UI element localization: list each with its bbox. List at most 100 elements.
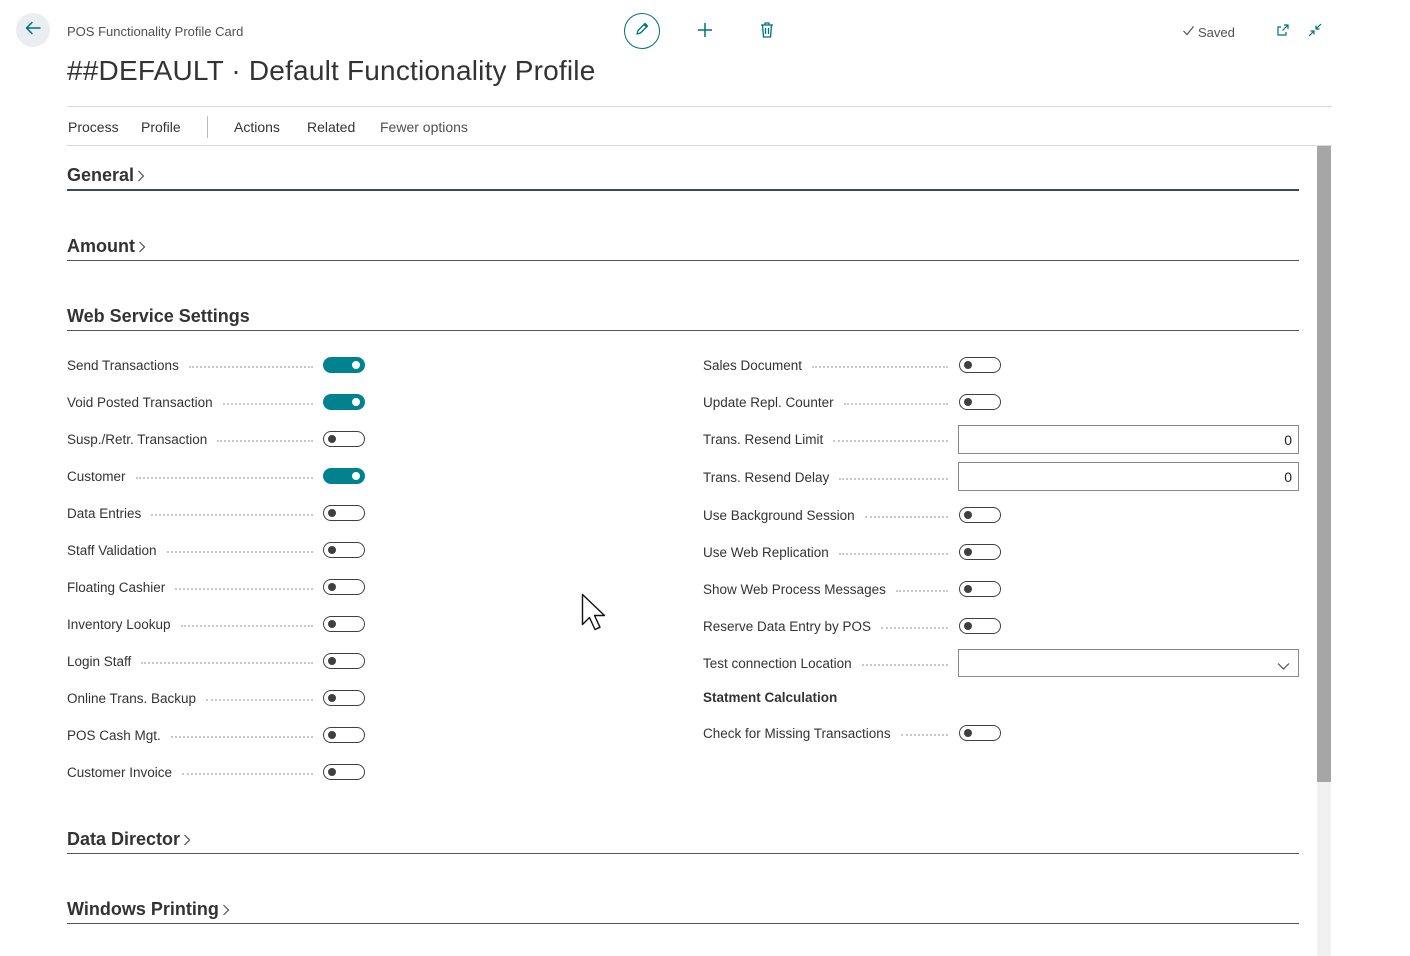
fewer-options-button[interactable]: Fewer options [380,119,468,135]
field-label: Sales Document [703,357,803,373]
toggle-use-web-replication[interactable] [959,544,1001,560]
toggle-online-trans-backup[interactable] [323,690,365,706]
dotted-leader [166,551,313,553]
plus-icon [696,21,714,44]
action-profile[interactable]: Profile [141,119,181,135]
action-related[interactable]: Related [307,119,355,135]
toggle-customer-invoice[interactable] [323,764,365,780]
action-actions[interactable]: Actions [234,119,280,135]
dotted-leader [895,590,948,592]
toggle-susp-retr-transaction[interactable] [323,431,365,447]
toggle-void-posted-transaction[interactable] [323,394,365,410]
toggle-customer[interactable] [323,468,365,484]
dotted-leader [843,403,948,405]
toggle-data-entries[interactable] [323,505,365,521]
open-new-window-button[interactable] [1271,20,1295,44]
pencil-icon [634,21,650,42]
field-label: Check for Missing Transactions [703,725,891,741]
field-label: Floating Cashier [67,579,166,595]
saved-status: Saved [1182,24,1235,40]
field-inventory-lookup: Inventory Lookup [67,613,323,635]
action-bar-divider [67,145,1332,146]
edit-button[interactable] [624,13,660,49]
statement-calculation-group: Statment Calculation [703,690,838,705]
field-label: Trans. Resend Delay [703,469,830,485]
check-icon [1182,24,1195,40]
field-label: Send Transactions [67,357,179,373]
section-amount[interactable]: Amount [67,236,146,257]
scrollbar-thumb[interactable] [1317,146,1331,782]
back-button[interactable] [16,13,50,47]
field-login-staff: Login Staff [67,650,323,672]
collapse-button[interactable] [1303,20,1327,44]
toggle-show-web-process-messages[interactable] [959,581,1001,597]
field-send-transactions: Send Transactions [67,354,323,376]
trash-icon [759,21,775,44]
section-general-line [67,189,1299,191]
toggle-send-transactions[interactable] [323,357,365,373]
toggle-staff-validation[interactable] [323,542,365,558]
field-label: Use Web Replication [703,544,829,560]
field-update-repl-counter: Update Repl. Counter [703,391,958,413]
toggle-update-repl-counter[interactable] [959,394,1001,410]
field-label: Data Entries [67,505,142,521]
toggle-login-staff[interactable] [323,653,365,669]
dotted-leader [135,477,313,479]
field-trans-resend-limit: Trans. Resend Limit [703,428,958,450]
field-label: Customer [67,468,126,484]
section-general[interactable]: General [67,165,145,186]
toggle-pos-cash-mgt[interactable] [323,727,365,743]
trans-resend-limit-input[interactable] [958,425,1299,454]
dotted-leader [864,516,948,518]
field-use-background-session: Use Background Session [703,504,958,526]
toggle-sales-document[interactable] [959,357,1001,373]
test-connection-location-select[interactable] [958,649,1299,677]
dotted-leader [188,366,313,368]
field-label: POS Cash Mgt. [67,727,161,743]
field-show-web-process-messages: Show Web Process Messages [703,578,958,600]
new-button[interactable] [693,20,717,44]
toggle-floating-cashier[interactable] [323,579,365,595]
field-void-posted-transaction: Void Posted Transaction [67,391,323,413]
section-windows-printing[interactable]: Windows Printing [67,899,230,920]
section-web-service-line [67,330,1299,331]
dotted-leader [900,734,948,736]
dotted-leader [141,662,313,664]
action-separator [207,116,208,138]
dotted-leader [838,553,948,555]
collapse-icon [1307,22,1323,43]
toggle-use-background-session[interactable] [959,507,1001,523]
field-label: Show Web Process Messages [703,581,886,597]
field-label: Inventory Lookup [67,616,171,632]
field-label: Use Background Session [703,507,855,523]
section-data-director[interactable]: Data Director [67,829,191,850]
chevron-down-icon [1277,658,1290,676]
field-data-entries: Data Entries [67,502,323,524]
dotted-leader [222,403,313,405]
field-customer: Customer [67,465,323,487]
field-label: Reserve Data Entry by POS [703,618,872,634]
field-label: Login Staff [67,653,132,669]
action-process[interactable]: Process [68,119,119,135]
header-divider [67,106,1332,107]
field-label: Test connection Location [703,655,852,671]
toggle-reserve-data-entry[interactable] [959,618,1001,634]
toggle-inventory-lookup[interactable] [323,616,365,632]
trans-resend-delay-input[interactable] [958,462,1299,491]
dotted-leader [206,699,313,701]
toggle-check-missing-transactions[interactable] [959,725,1001,741]
dotted-leader [151,514,313,516]
section-data-director-line [67,853,1299,854]
field-label: Update Repl. Counter [703,394,834,410]
field-label: Susp./Retr. Transaction [67,431,208,447]
chevron-right-icon [183,833,191,847]
field-label: Online Trans. Backup [67,690,197,706]
dotted-leader [175,588,313,590]
field-susp-retr-transaction: Susp./Retr. Transaction [67,428,323,450]
section-web-service-settings[interactable]: Web Service Settings [67,306,250,327]
dotted-leader [182,773,313,775]
section-data-director-title: Data Director [67,829,181,849]
field-use-web-replication: Use Web Replication [703,541,958,563]
delete-button[interactable] [755,20,779,44]
open-new-window-icon [1275,22,1291,43]
